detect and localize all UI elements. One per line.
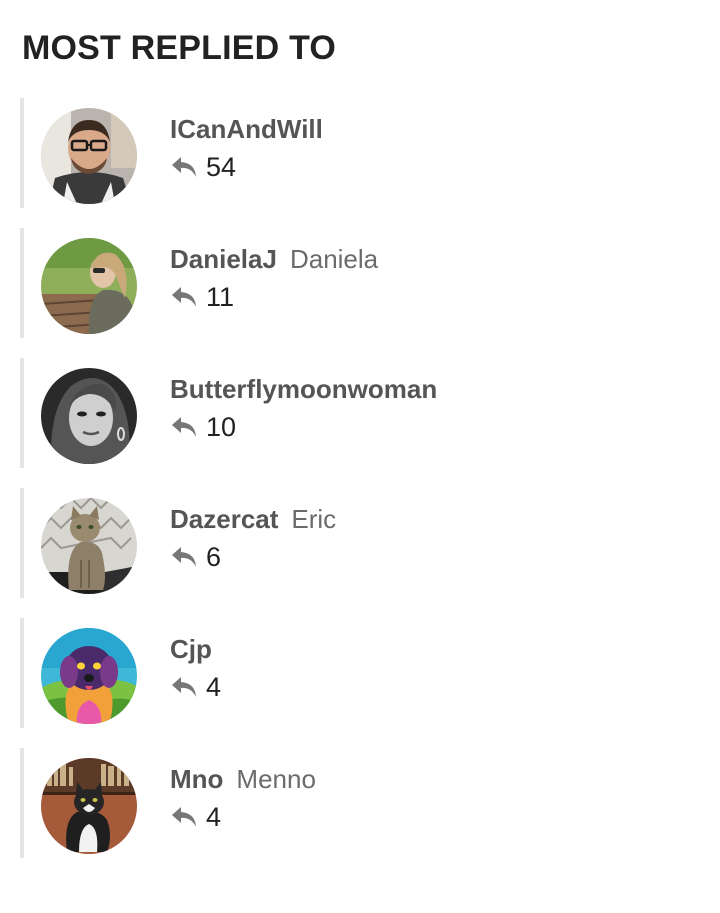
reply-count: 4 bbox=[206, 671, 222, 702]
woman-bw-portrait-avatar-icon bbox=[41, 368, 137, 464]
username-link[interactable]: Mno bbox=[170, 764, 223, 795]
username-link[interactable]: Dazercat bbox=[170, 504, 278, 535]
reply-arrow-icon bbox=[170, 804, 198, 830]
item-accent-bar bbox=[20, 98, 24, 208]
list-item: Mno Menno 4 bbox=[20, 748, 700, 858]
avatar[interactable] bbox=[41, 628, 137, 724]
real-name: Daniela bbox=[289, 244, 379, 274]
avatar[interactable] bbox=[41, 498, 137, 594]
list-item: ICanAndWill 54 bbox=[20, 98, 700, 208]
colorful-dog-avatar-icon bbox=[41, 628, 137, 724]
username-link[interactable]: Butterflymoonwoman bbox=[170, 374, 437, 405]
username-link[interactable]: Cjp bbox=[170, 634, 212, 665]
reply-count: 6 bbox=[206, 541, 222, 572]
reply-count-row: 6 bbox=[170, 540, 221, 574]
reply-count: 54 bbox=[206, 151, 237, 182]
avatar[interactable] bbox=[41, 758, 137, 854]
reply-arrow-icon bbox=[170, 284, 198, 310]
avatar[interactable] bbox=[41, 108, 137, 204]
list-item: Butterflymoonwoman 10 bbox=[20, 358, 700, 468]
name-row: ICanAndWill bbox=[170, 114, 323, 146]
widget-title: MOST REPLIED TO bbox=[22, 29, 337, 67]
most-replied-to-widget: MOST REPLIED TO ICanAndWill 54 DanielaJ … bbox=[0, 0, 720, 913]
real-name: Menno bbox=[236, 764, 316, 794]
reply-count-row: 4 bbox=[170, 800, 221, 834]
list-item: DanielaJ Daniela 11 bbox=[20, 228, 700, 338]
item-accent-bar bbox=[20, 228, 24, 338]
item-accent-bar bbox=[20, 618, 24, 728]
tuxedo-cat-avatar-icon bbox=[41, 758, 137, 854]
reply-count-row: 11 bbox=[170, 280, 234, 314]
item-accent-bar bbox=[20, 488, 24, 598]
avatar[interactable] bbox=[41, 368, 137, 464]
man-glasses-avatar-icon bbox=[41, 108, 137, 204]
reply-arrow-icon bbox=[170, 154, 198, 180]
real-name: Eric bbox=[291, 504, 337, 534]
list-item: Dazercat Eric 6 bbox=[20, 488, 700, 598]
item-accent-bar bbox=[20, 748, 24, 858]
name-row: Cjp bbox=[170, 634, 212, 666]
avatar[interactable] bbox=[41, 238, 137, 334]
tabby-cat-avatar-icon bbox=[41, 498, 137, 594]
reply-count: 11 bbox=[206, 281, 235, 312]
item-accent-bar bbox=[20, 358, 24, 468]
reply-count: 10 bbox=[206, 411, 237, 442]
reply-count: 4 bbox=[206, 801, 222, 832]
list-item: Cjp 4 bbox=[20, 618, 700, 728]
reply-count-row: 10 bbox=[170, 410, 236, 444]
name-row: DanielaJ Daniela bbox=[170, 244, 378, 276]
reply-arrow-icon bbox=[170, 414, 198, 440]
woman-outdoor-avatar-icon bbox=[41, 238, 137, 334]
reply-arrow-icon bbox=[170, 544, 198, 570]
reply-count-row: 54 bbox=[170, 150, 236, 184]
reply-count-row: 4 bbox=[170, 670, 221, 704]
username-link[interactable]: ICanAndWill bbox=[170, 114, 323, 145]
username-link[interactable]: DanielaJ bbox=[170, 244, 277, 275]
name-row: Dazercat Eric bbox=[170, 504, 336, 536]
user-list: ICanAndWill 54 DanielaJ Daniela 11 Butte… bbox=[20, 98, 700, 878]
name-row: Mno Menno bbox=[170, 764, 316, 796]
reply-arrow-icon bbox=[170, 674, 198, 700]
name-row: Butterflymoonwoman bbox=[170, 374, 437, 406]
